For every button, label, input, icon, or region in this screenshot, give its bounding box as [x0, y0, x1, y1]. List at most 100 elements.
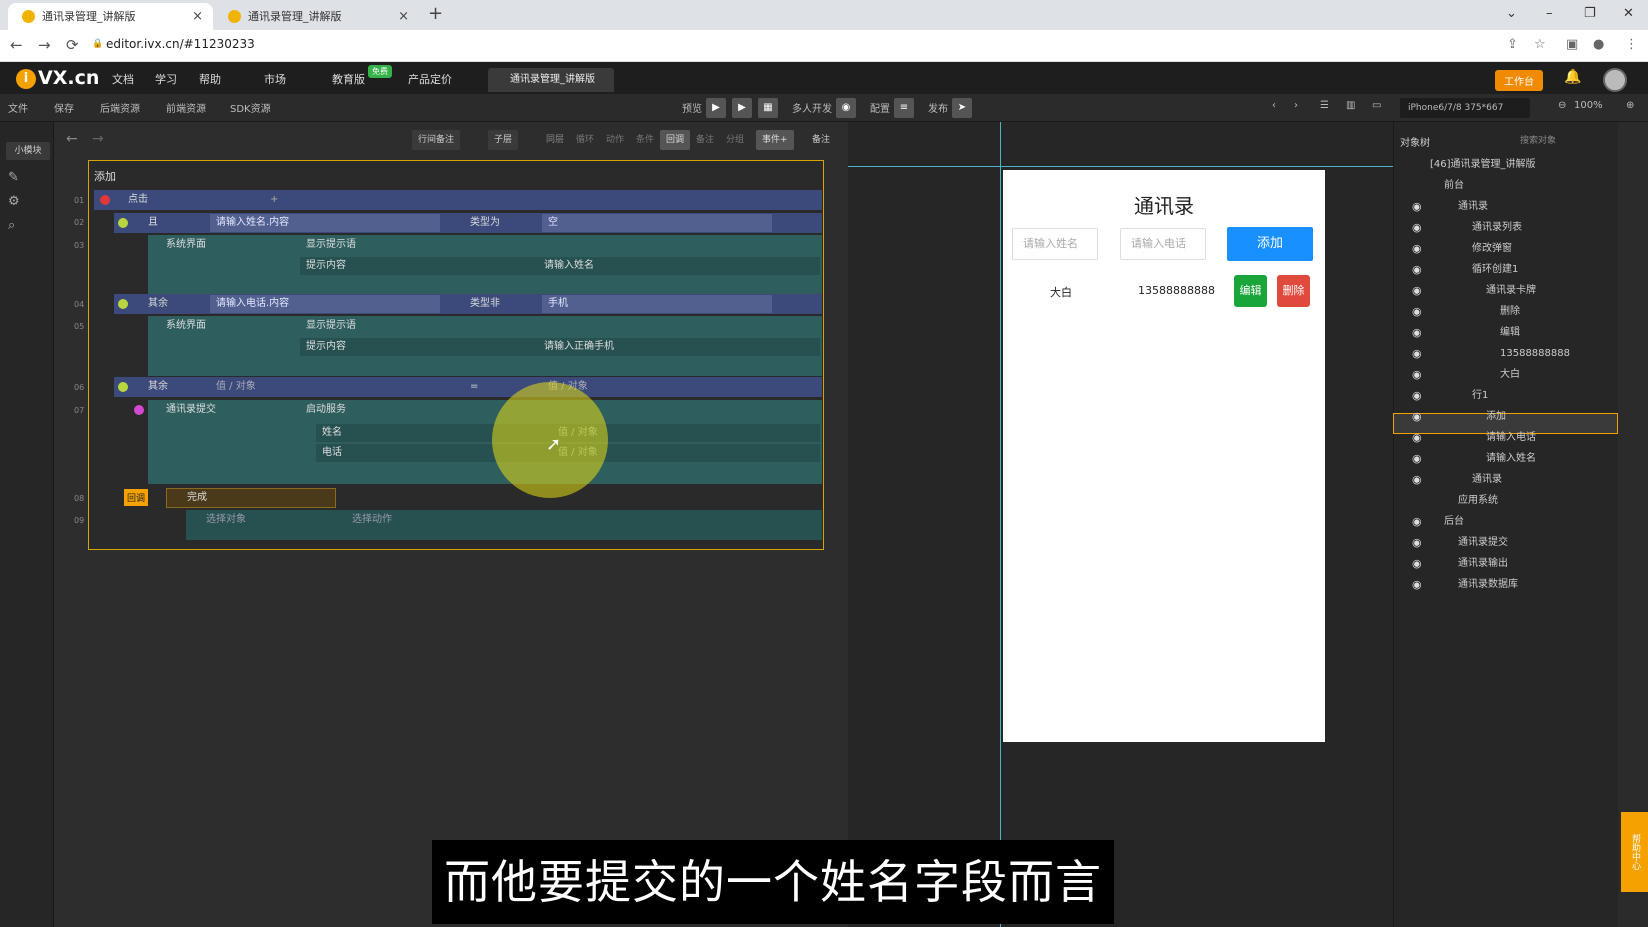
- menu-education[interactable]: 教育版: [332, 71, 365, 87]
- visibility-eye-icon[interactable]: ◉: [1412, 284, 1422, 297]
- config-label[interactable]: 配置: [870, 100, 890, 115]
- tree-item[interactable]: 通讯录: [1458, 196, 1488, 217]
- module-tab[interactable]: 小模块: [6, 142, 50, 160]
- chevron-left-icon[interactable]: ‹: [1272, 100, 1276, 111]
- back-icon[interactable]: ←: [10, 36, 23, 54]
- sidebar-icon[interactable]: ▣: [1566, 37, 1578, 52]
- tree-item[interactable]: 添加: [1486, 406, 1506, 427]
- tree-item[interactable]: 通讯录列表: [1472, 217, 1522, 238]
- qr-icon[interactable]: ▦: [758, 98, 778, 118]
- select-object[interactable]: 选择对象: [200, 511, 340, 529]
- close-tab-icon[interactable]: ×: [398, 3, 409, 30]
- condition-target[interactable]: 请输入电话.内容: [210, 295, 440, 313]
- trigger-select[interactable]: 点击: [122, 191, 257, 209]
- device-select[interactable]: iPhone6/7/8 375*667: [1400, 98, 1530, 118]
- bookmark-star-icon[interactable]: ☆: [1534, 37, 1546, 52]
- tree-item[interactable]: 通讯录输出: [1458, 553, 1508, 574]
- visibility-eye-icon[interactable]: ◉: [1412, 431, 1422, 444]
- visibility-eye-icon[interactable]: ◉: [1412, 578, 1422, 591]
- forward-icon[interactable]: →: [38, 36, 51, 54]
- visibility-eye-icon[interactable]: ◉: [1412, 452, 1422, 465]
- condition-value[interactable]: 手机: [542, 295, 772, 313]
- add-button[interactable]: 添加: [1227, 227, 1313, 261]
- browser-tab-2[interactable]: 通讯录管理_讲解版 ×: [214, 3, 419, 30]
- new-tab-button[interactable]: +: [428, 3, 443, 24]
- avatar[interactable]: [1603, 68, 1627, 92]
- backend-resources[interactable]: 后端资源: [100, 100, 140, 115]
- tree-item[interactable]: 通讯录: [1472, 469, 1502, 490]
- undo-icon[interactable]: ←: [66, 131, 78, 147]
- visibility-eye-icon[interactable]: ◉: [1412, 410, 1422, 423]
- project-tab[interactable]: 通讯录管理_讲解版: [488, 68, 614, 92]
- menu-docs[interactable]: 文档: [112, 71, 134, 87]
- inline-note-toggle[interactable]: 行间备注: [412, 130, 461, 150]
- menu-help[interactable]: 帮助: [199, 71, 221, 87]
- browser-menu-icon[interactable]: ⋮: [1625, 37, 1638, 52]
- tree-item[interactable]: 13588888888: [1500, 343, 1570, 364]
- logic-else-select[interactable]: 其余: [142, 295, 182, 313]
- visibility-eye-icon[interactable]: ◉: [1412, 389, 1422, 402]
- sliders-icon[interactable]: ≡: [894, 98, 914, 118]
- name-input[interactable]: 请输入姓名: [1012, 228, 1098, 260]
- group-btn[interactable]: 分组: [720, 130, 750, 150]
- chevron-right-icon[interactable]: ›: [1294, 100, 1298, 111]
- columns-icon[interactable]: ▥: [1346, 100, 1355, 111]
- visibility-eye-icon[interactable]: ◉: [1412, 242, 1422, 255]
- note-btn[interactable]: 备注: [690, 130, 720, 150]
- edit-icon[interactable]: ✎: [8, 170, 19, 185]
- condition-operator[interactable]: 类型非: [464, 295, 514, 313]
- visibility-eye-icon[interactable]: ◉: [1412, 368, 1422, 381]
- delete-button[interactable]: 删除: [1277, 275, 1310, 307]
- play-icon[interactable]: ▶: [706, 98, 726, 118]
- file-menu[interactable]: 文件: [8, 100, 28, 115]
- visibility-eye-icon[interactable]: ◉: [1412, 515, 1422, 528]
- loop-btn[interactable]: 循环: [570, 130, 600, 150]
- tree-item[interactable]: 前台: [1444, 175, 1464, 196]
- action-btn[interactable]: 动作: [600, 130, 630, 150]
- tree-item[interactable]: 应用系统: [1458, 490, 1498, 511]
- condition-target[interactable]: 值 / 对象: [210, 378, 440, 396]
- maximize-icon[interactable]: ❐: [1584, 6, 1596, 21]
- tree-item[interactable]: 通讯录提交: [1458, 532, 1508, 553]
- callback-select[interactable]: 完成: [166, 488, 336, 508]
- visibility-eye-icon[interactable]: ◉: [1412, 473, 1422, 486]
- browser-tab-1[interactable]: 通讯录管理_讲解版 ×: [8, 3, 213, 30]
- action-target-select[interactable]: 系统界面: [160, 317, 290, 335]
- action-select[interactable]: 显示提示语: [300, 236, 750, 254]
- workbench-button[interactable]: 工作台: [1495, 70, 1543, 91]
- reload-icon[interactable]: ⟳: [66, 36, 79, 54]
- tree-item[interactable]: 请输入姓名: [1486, 448, 1536, 469]
- bell-icon[interactable]: 🔔: [1564, 69, 1581, 85]
- monitor-icon[interactable]: ▭: [1372, 100, 1381, 111]
- phone-input[interactable]: 请输入电话: [1120, 228, 1206, 260]
- help-center-tab[interactable]: 帮助中心: [1621, 812, 1648, 892]
- visibility-eye-icon[interactable]: ◉: [1412, 263, 1422, 276]
- tree-item[interactable]: [46]通讯录管理_讲解版: [1430, 154, 1536, 175]
- visibility-eye-icon[interactable]: ◉: [1412, 557, 1422, 570]
- profile-icon[interactable]: ●: [1593, 37, 1604, 52]
- logic-else-select[interactable]: 其余: [142, 378, 182, 396]
- add-event-btn[interactable]: 事件+: [756, 130, 794, 150]
- menu-market[interactable]: 市场: [264, 71, 286, 87]
- save-button[interactable]: 保存: [54, 100, 74, 115]
- send-icon[interactable]: ➤: [952, 98, 972, 118]
- share-icon[interactable]: ⇪: [1507, 37, 1518, 52]
- tree-item[interactable]: 删除: [1500, 301, 1520, 322]
- condition-operator[interactable]: =: [464, 378, 514, 396]
- align-icon[interactable]: ☰: [1320, 100, 1329, 111]
- multi-dev-label[interactable]: 多人开发: [792, 100, 832, 115]
- action-target-select[interactable]: 系统界面: [160, 236, 290, 254]
- add-icon[interactable]: +: [264, 191, 278, 209]
- user-icon[interactable]: ◉: [836, 98, 856, 118]
- visibility-eye-icon[interactable]: ◉: [1412, 305, 1422, 318]
- param-value[interactable]: 请输入姓名: [538, 257, 778, 275]
- visibility-eye-icon[interactable]: ◉: [1412, 221, 1422, 234]
- close-tab-icon[interactable]: ×: [192, 3, 203, 30]
- visibility-eye-icon[interactable]: ◉: [1412, 326, 1422, 339]
- action-select[interactable]: 显示提示语: [300, 317, 750, 335]
- menu-pricing[interactable]: 产品定价: [408, 71, 452, 87]
- redo-icon[interactable]: →: [92, 131, 104, 147]
- service-target-select[interactable]: 通讯录提交: [160, 401, 290, 419]
- child-layer-toggle[interactable]: 子层: [488, 130, 519, 150]
- visibility-eye-icon[interactable]: ◉: [1412, 200, 1422, 213]
